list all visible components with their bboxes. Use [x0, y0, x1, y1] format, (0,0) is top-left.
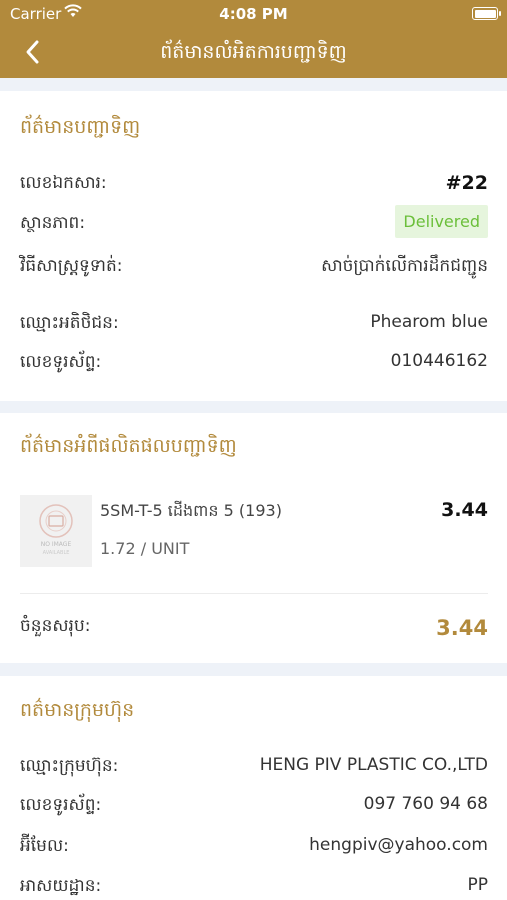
- thumb-available-text: AVAILABLE: [43, 550, 70, 556]
- nav-bar: ព័ត៌មានលំអិតការបញ្ជាទិញ: [0, 28, 507, 78]
- row-label: លេខទូរស័ព្ទ:: [20, 352, 102, 372]
- customer-name-row: ឈ្មោះអតិថិជន: Phearom blue: [20, 310, 488, 336]
- company-email[interactable]: hengpiv@yahoo.com: [309, 835, 488, 855]
- order-info-title: ព័ត៌មានបញ្ជាទិញ: [20, 116, 141, 138]
- row-label: លេខឯកសារ:: [20, 173, 107, 193]
- product-info-title: ព័ត៌មានអំពីផលិតផលបញ្ជាទិញ: [20, 435, 237, 457]
- battery-icon: [472, 7, 501, 20]
- customer-phone-row: លេខទូរស័ព្ទ: 010446162: [20, 349, 488, 375]
- row-label: ឈ្មោះក្រុមហ៊ុន:: [20, 756, 119, 776]
- row-label: ស្ថានភាព:: [20, 213, 86, 233]
- row-label: ឈ្មោះអតិថិជន:: [20, 313, 119, 333]
- row-label: អ៊ីមែល:: [20, 836, 69, 856]
- company-name: HENG PIV PLASTIC CO.,LTD: [259, 755, 488, 775]
- product-amount: 3.44: [441, 499, 488, 521]
- product-thumbnail: NO IMAGE AVAILABLE: [20, 495, 92, 567]
- payment-method: សាច់ប្រាក់លើការដឹកជញ្ជូន: [321, 256, 488, 276]
- status-bar: Carrier 4:08 PM: [0, 0, 507, 28]
- company-email-row: អ៊ីមែល: hengpiv@yahoo.com: [20, 833, 488, 859]
- status-row: ស្ថានភាព: Delivered: [20, 205, 488, 238]
- company-address: PP: [467, 875, 488, 895]
- company-address-row: អាសយដ្ឋាន: PP: [20, 873, 488, 899]
- row-label: អាសយដ្ឋាន:: [20, 876, 102, 896]
- row-label: លេខទូរស័ព្ទ:: [20, 795, 102, 815]
- page-title: ព័ត៌មានលំអិតការបញ្ជាទិញ: [160, 41, 347, 63]
- document-number-row: លេខឯកសារ: #22: [20, 170, 488, 196]
- document-number: #22: [445, 172, 488, 194]
- row-label: វិធីសាស្ត្រទូទាត់:: [20, 256, 123, 276]
- clock: 4:08 PM: [219, 5, 288, 23]
- product-info-card: ព័ត៌មានអំពីផលិតផលបញ្ជាទិញ NO IMAGE AVAIL…: [0, 413, 507, 663]
- status-badge: Delivered: [395, 205, 488, 238]
- company-phone[interactable]: 097 760 94 68: [364, 794, 488, 814]
- payment-method-row: វិធីសាស្ត្រទូទាត់: សាច់ប្រាក់លើការដឹកជញ្…: [20, 253, 488, 279]
- total-label: ចំនួនសរុប:: [20, 616, 91, 636]
- company-phone-row: លេខទូរស័ព្ទ: 097 760 94 68: [20, 792, 488, 818]
- company-info-card: ពត៌មានក្រុមហ៊ុន ឈ្មោះក្រុមហ៊ុន: HENG PIV…: [0, 676, 507, 900]
- divider: [20, 593, 488, 594]
- customer-phone[interactable]: 010446162: [391, 351, 488, 371]
- thumb-no-image-text: NO IMAGE: [41, 541, 72, 548]
- product-name: 5SM-T-5 ដើងពាន 5 (193): [100, 501, 282, 520]
- total-value: 3.44: [436, 616, 488, 640]
- company-name-row: ឈ្មោះក្រុមហ៊ុន: HENG PIV PLASTIC CO.,LTD: [20, 753, 488, 779]
- order-info-card: ព័ត៌មានបញ្ជាទិញ លេខឯកសារ: #22 ស្ថានភាព: …: [0, 91, 507, 401]
- customer-name: Phearom blue: [370, 312, 488, 332]
- company-info-title: ពត៌មានក្រុមហ៊ុន: [20, 699, 135, 721]
- product-unit-price: 1.72 / UNIT: [100, 539, 190, 558]
